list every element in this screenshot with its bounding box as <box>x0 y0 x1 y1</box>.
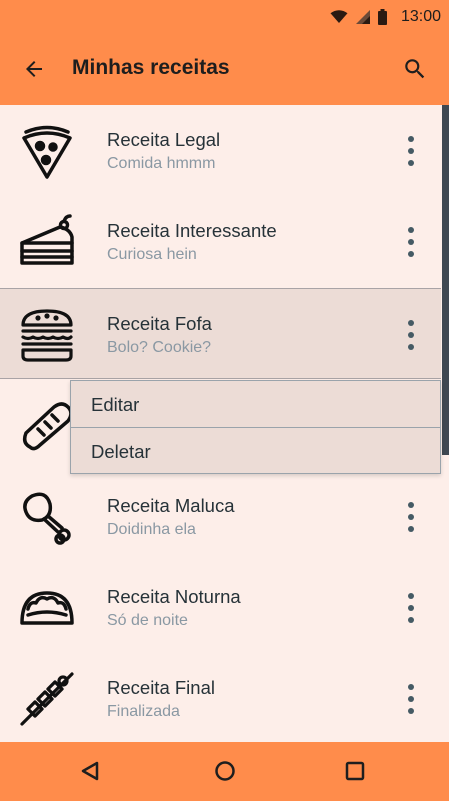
status-bar: 13:00 <box>0 0 449 33</box>
app-bar: Minhas receitas <box>0 33 449 105</box>
circle-home-icon <box>215 761 235 781</box>
more-options-button[interactable] <box>403 317 419 353</box>
delete-menu-label: Deletar <box>91 441 151 462</box>
recipe-title: Receita Legal <box>107 129 221 150</box>
more-options-button[interactable] <box>403 224 419 260</box>
recipe-subtitle: Curiosa hein <box>107 246 197 263</box>
bread-icon <box>22 402 73 451</box>
status-icons: 13:00 <box>330 6 441 28</box>
recipe-row[interactable]: Receita Interessante Curiosa hein <box>0 196 441 287</box>
navigation-bar <box>0 742 449 801</box>
recipe-title: Receita Fofa <box>107 313 212 334</box>
wifi-icon <box>330 10 348 23</box>
recipe-subtitle: Comida hmmm <box>107 155 216 172</box>
square-recents-icon <box>345 761 365 781</box>
chicken-leg-icon <box>23 492 71 545</box>
recipe-subtitle: Bolo? Cookie? <box>107 339 212 356</box>
recipe-row[interactable]: Receita Maluca Doidinha ela <box>0 471 441 562</box>
recipe-row[interactable]: Receita Final Finalizada <box>0 653 441 742</box>
more-options-button[interactable] <box>403 499 419 535</box>
recipe-row[interactable]: Receita Legal Comida hmmm <box>0 105 441 196</box>
recipe-title: Receita Interessante <box>107 220 277 241</box>
pizza-icon <box>22 125 72 179</box>
cell-signal-icon <box>355 10 370 24</box>
scrollbar[interactable] <box>441 105 449 742</box>
more-options-button[interactable] <box>403 590 419 626</box>
taco-icon <box>20 591 74 625</box>
cake-slice-icon <box>20 214 74 265</box>
recipe-row-selected[interactable]: Receita Fofa Bolo? Cookie? <box>0 288 441 379</box>
battery-icon <box>377 9 387 25</box>
burger-icon <box>21 309 73 362</box>
edit-menu-item[interactable]: Editar <box>71 381 440 427</box>
triangle-back-icon <box>81 761 99 781</box>
back-button[interactable] <box>18 55 50 83</box>
recipe-title: Receita Noturna <box>107 586 241 607</box>
delete-menu-item[interactable]: Deletar <box>71 427 440 473</box>
recipe-subtitle: Só de noite <box>107 612 188 629</box>
more-options-button[interactable] <box>403 681 419 717</box>
nav-recents-button[interactable] <box>343 759 367 783</box>
more-options-button[interactable] <box>403 133 419 169</box>
page-title: Minhas receitas <box>72 56 230 79</box>
recipe-subtitle: Doidinha ela <box>107 521 196 538</box>
arrow-back-icon <box>26 61 42 77</box>
nav-home-button[interactable] <box>213 759 237 783</box>
recipe-title: Receita Final <box>107 677 215 698</box>
status-time: 13:00 <box>400 8 441 25</box>
edit-menu-label: Editar <box>91 394 140 415</box>
skewer-icon <box>20 672 74 726</box>
search-button[interactable] <box>399 53 431 85</box>
search-icon <box>405 59 425 79</box>
recipe-subtitle: Finalizada <box>107 703 180 720</box>
nav-back-button[interactable] <box>78 759 102 783</box>
popup-menu: Editar Deletar <box>70 380 441 474</box>
scrollbar-thumb[interactable] <box>442 105 449 455</box>
recipe-title: Receita Maluca <box>107 495 235 516</box>
recipe-row[interactable]: Receita Noturna Só de noite <box>0 562 441 653</box>
